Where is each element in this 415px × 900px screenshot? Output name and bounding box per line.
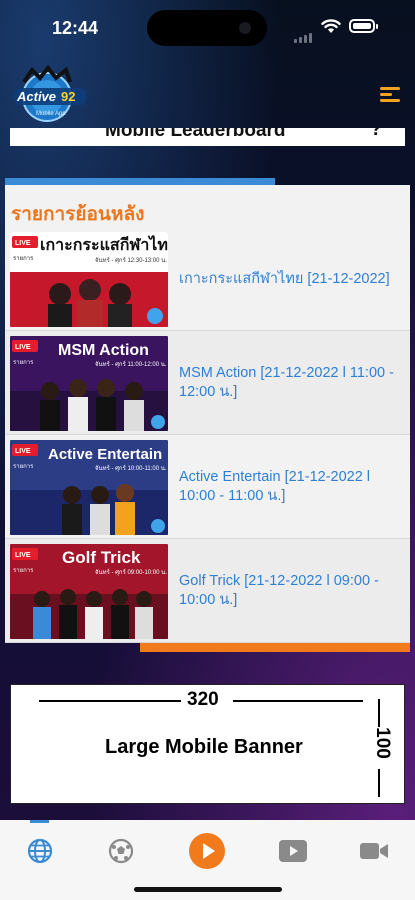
menu-icon[interactable]	[380, 87, 400, 103]
leaderboard-ad[interactable]: Mobile Leaderboard ?	[10, 128, 405, 146]
soccer-ball-icon	[108, 838, 134, 864]
wifi-icon	[321, 19, 341, 33]
app-logo[interactable]: Active 92 Mobile App	[14, 64, 86, 124]
replay-thumbnail: LIVE รายการ เกาะกระแสกีฬาไทย จันทร์ - ศุ…	[10, 232, 168, 327]
battery-icon	[349, 19, 378, 33]
tab-camera[interactable]	[355, 832, 393, 870]
banner-height-label: 100	[371, 727, 393, 759]
panel-top-accent	[5, 178, 275, 185]
leaderboard-ad-label: Mobile Leaderboard	[105, 128, 286, 141]
svg-text:จันทร์ - ศุกร์ 12:30-13:00 น.: จันทร์ - ศุกร์ 12:30-13:00 น.	[95, 256, 167, 264]
replay-item[interactable]: LIVE รายการ Golf Trick จันทร์ - ศุกร์ 09…	[5, 539, 410, 643]
replay-item-label: Golf Trick [21-12-2022 l 09:00 - 10:00 น…	[179, 573, 379, 608]
active-tab-indicator	[30, 820, 49, 823]
dynamic-island	[147, 10, 267, 46]
replay-item[interactable]: LIVE รายการ MSM Action จันทร์ - ศุกร์ 11…	[5, 331, 410, 435]
svg-text:Golf Trick: Golf Trick	[62, 548, 141, 567]
replay-thumbnail: LIVE รายการ MSM Action จันทร์ - ศุกร์ 11…	[10, 336, 168, 431]
svg-text:LIVE: LIVE	[15, 552, 31, 559]
replay-item[interactable]: LIVE รายการ เกาะกระแสกีฬาไทย จันทร์ - ศุ…	[5, 227, 410, 331]
svg-text:รายการ: รายการ	[13, 463, 34, 470]
cellular-signal-icon	[294, 25, 314, 43]
leaderboard-ad-height-mark: ?	[370, 128, 383, 140]
replay-title: รายการย้อนหลัง	[11, 204, 145, 225]
replay-item[interactable]: LIVE รายการ Active Entertain จันทร์ - ศุ…	[5, 435, 410, 539]
home-indicator	[134, 887, 282, 892]
svg-text:LIVE: LIVE	[15, 448, 31, 455]
tab-video[interactable]	[274, 832, 312, 870]
globe-icon	[27, 838, 53, 864]
logo-subtext: Mobile App	[36, 111, 66, 117]
banner-width-line-right	[233, 700, 363, 702]
tab-web[interactable]	[21, 832, 59, 870]
svg-text:จันทร์ - ศุกร์ 09:00-10:00 น.: จันทร์ - ศุกร์ 09:00-10:00 น.	[95, 568, 167, 576]
tab-football[interactable]	[102, 832, 140, 870]
svg-text:LIVE: LIVE	[15, 240, 31, 247]
banner-height-line-bottom	[378, 769, 380, 797]
replay-item-label: เกาะกระแสกีฬาไทย [21-12-2022]	[179, 270, 390, 287]
svg-text:LIVE: LIVE	[15, 344, 31, 351]
banner-width-label: 320	[187, 689, 219, 710]
svg-text:รายการ: รายการ	[13, 359, 34, 366]
svg-text:จันทร์ - ศุกร์ 10:00-11:00 น.: จันทร์ - ศุกร์ 10:00-11:00 น.	[95, 464, 167, 472]
svg-text:จันทร์ - ศุกร์ 11:00-12:00 น.: จันทร์ - ศุกร์ 11:00-12:00 น.	[95, 360, 167, 368]
play-icon	[189, 833, 225, 869]
panel-bottom-accent	[140, 643, 410, 652]
svg-text:เกาะกระแสกีฬาไทย: เกาะกระแสกีฬาไทย	[40, 235, 168, 254]
logo-text: Active	[16, 89, 56, 104]
logo-number: 92	[61, 89, 75, 104]
status-bar: 12:44	[0, 0, 415, 56]
banner-height-line-top	[378, 699, 380, 727]
banner-label: Large Mobile Banner	[105, 736, 303, 758]
banner-width-line-left	[39, 700, 181, 702]
replay-item-label: Active Entertain [21-12-2022 l 10:00 - 1…	[179, 469, 371, 504]
status-time: 12:44	[52, 18, 99, 38]
video-camera-icon	[360, 843, 388, 859]
large-banner-ad[interactable]: 320 Large Mobile Banner 100	[10, 684, 405, 804]
svg-text:รายการ: รายการ	[13, 567, 34, 574]
svg-text:Active Entertain: Active Entertain	[48, 446, 162, 463]
replay-panel: รายการย้อนหลัง LIVE รายการ เกาะกระแสกีฬา…	[5, 185, 410, 643]
svg-text:MSM Action: MSM Action	[58, 342, 149, 359]
replay-thumbnail: LIVE รายการ Active Entertain จันทร์ - ศุ…	[10, 440, 168, 535]
tab-play[interactable]	[188, 832, 226, 870]
video-player-icon	[279, 840, 307, 862]
svg-text:รายการ: รายการ	[13, 255, 34, 262]
replay-item-label: MSM Action [21-12-2022 l 11:00 - 12:00 น…	[179, 365, 394, 400]
replay-thumbnail: LIVE รายการ Golf Trick จันทร์ - ศุกร์ 09…	[10, 544, 168, 639]
